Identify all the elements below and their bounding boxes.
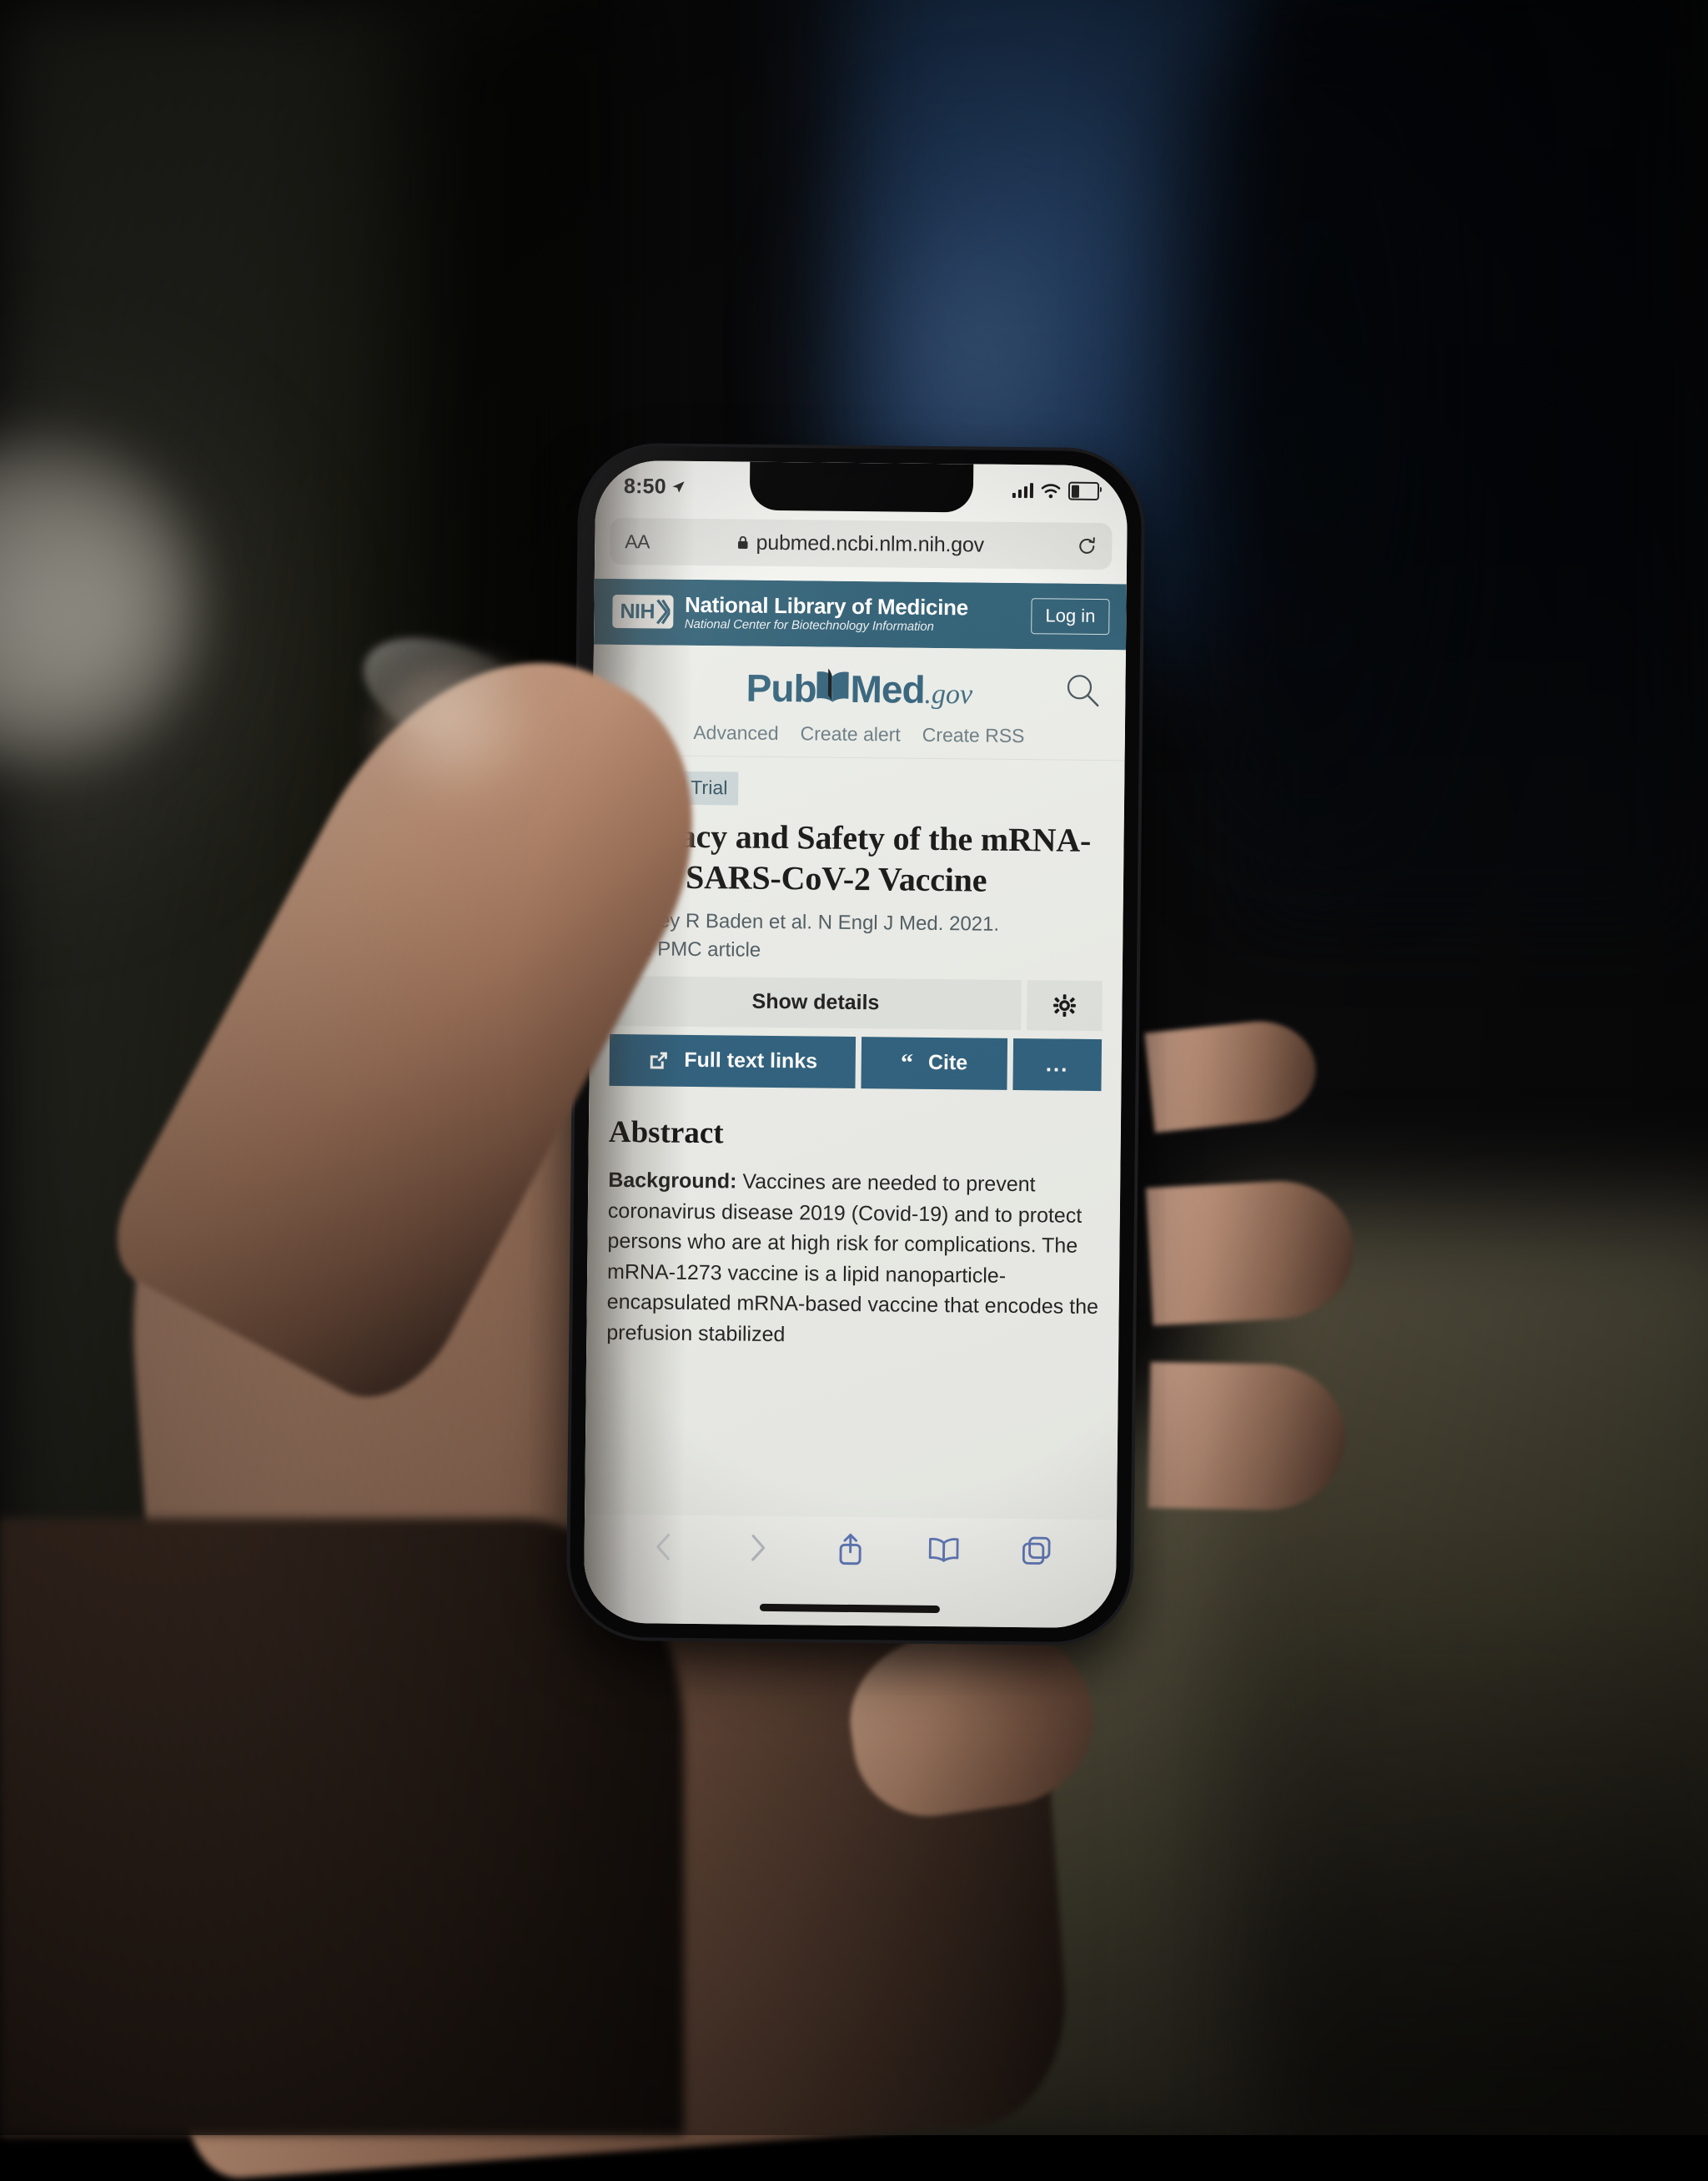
photo-vignette xyxy=(0,0,1708,2135)
